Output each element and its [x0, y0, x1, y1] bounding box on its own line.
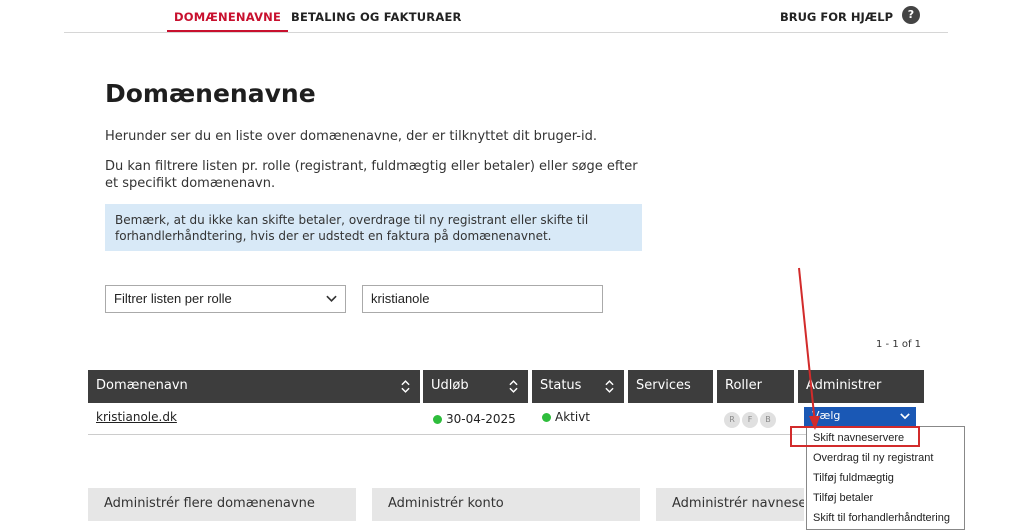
- chevron-down-icon: [900, 413, 910, 420]
- column-header-udlob[interactable]: Udløb: [423, 370, 528, 403]
- role-badge-fuldmaegtig: F: [742, 412, 758, 428]
- search-input[interactable]: kristianole: [362, 285, 603, 313]
- column-header-status[interactable]: Status: [532, 370, 624, 403]
- tab-domaenenavne[interactable]: DOMÆNENAVNE: [166, 10, 289, 32]
- search-input-value: kristianole: [371, 291, 430, 306]
- chevron-down-icon: [326, 295, 337, 302]
- menu-item-overdrag[interactable]: Overdrag til ny registrant: [813, 452, 933, 464]
- administrer-select-value: Vælg: [812, 409, 841, 422]
- expiry-date: 30-04-2025: [446, 412, 516, 426]
- status-label: Aktivt: [555, 410, 591, 424]
- manage-nameservers-button[interactable]: Administrér navneservere: [656, 488, 804, 521]
- help-icon[interactable]: ?: [902, 6, 920, 24]
- menu-item-tilfoj-betaler[interactable]: Tilføj betaler: [813, 492, 873, 504]
- pagination-info: 1 - 1 of 1: [876, 339, 922, 350]
- role-filter-select[interactable]: Filtrer listen per rolle: [105, 285, 346, 313]
- notice-box: Bemærk, at du ikke kan skifte betaler, o…: [105, 204, 642, 251]
- status-cell: Aktivt: [542, 410, 590, 424]
- expiry-cell: 30-04-2025: [433, 412, 516, 426]
- filter-help-text: Du kan filtrere listen pr. rolle (regist…: [105, 159, 638, 191]
- menu-item-forhandlerhaandtering[interactable]: Skift til forhandlerhåndtering: [813, 512, 950, 524]
- tab-betaling-og-fakturaer[interactable]: BETALING OG FAKTURAER: [291, 10, 462, 24]
- manage-multiple-domains-button[interactable]: Administrér flere domænenavne: [88, 488, 356, 521]
- domain-link[interactable]: kristianole.dk: [96, 410, 177, 424]
- column-header-services: Services: [628, 370, 713, 403]
- table-row: kristianole.dk: [96, 410, 177, 424]
- column-header-label: Udløb: [431, 378, 469, 393]
- administrer-select[interactable]: Vælg: [804, 407, 916, 426]
- menu-item-tilfoj-fuldmaegtig[interactable]: Tilføj fuldmægtig: [813, 472, 894, 484]
- sort-icon: [509, 380, 518, 393]
- role-badge-registrant: R: [724, 412, 740, 428]
- column-header-domaenenavn[interactable]: Domænenavn: [88, 370, 420, 403]
- column-header-roller: Roller: [717, 370, 794, 403]
- manage-account-button[interactable]: Administrér konto: [372, 488, 640, 521]
- status-dot-icon: [542, 413, 551, 422]
- annotation-highlight-box: [790, 426, 920, 447]
- intro-text: Herunder ser du en liste over domænenavn…: [105, 129, 597, 144]
- help-link[interactable]: BRUG FOR HJÆLP: [780, 10, 893, 24]
- sort-icon: [401, 380, 410, 393]
- column-header-label: Status: [540, 378, 582, 393]
- page-title: Domænenavne: [105, 79, 316, 108]
- column-header-label: Domænenavn: [96, 378, 188, 393]
- column-header-administrer: Administrer: [798, 370, 924, 403]
- sort-icon: [605, 380, 614, 393]
- role-badge-betaler: B: [760, 412, 776, 428]
- role-filter-value: Filtrer listen per rolle: [114, 291, 232, 306]
- top-navigation: DOMÆNENAVNE BETALING OG FAKTURAER BRUG F…: [64, 0, 948, 33]
- status-dot-icon: [433, 415, 442, 424]
